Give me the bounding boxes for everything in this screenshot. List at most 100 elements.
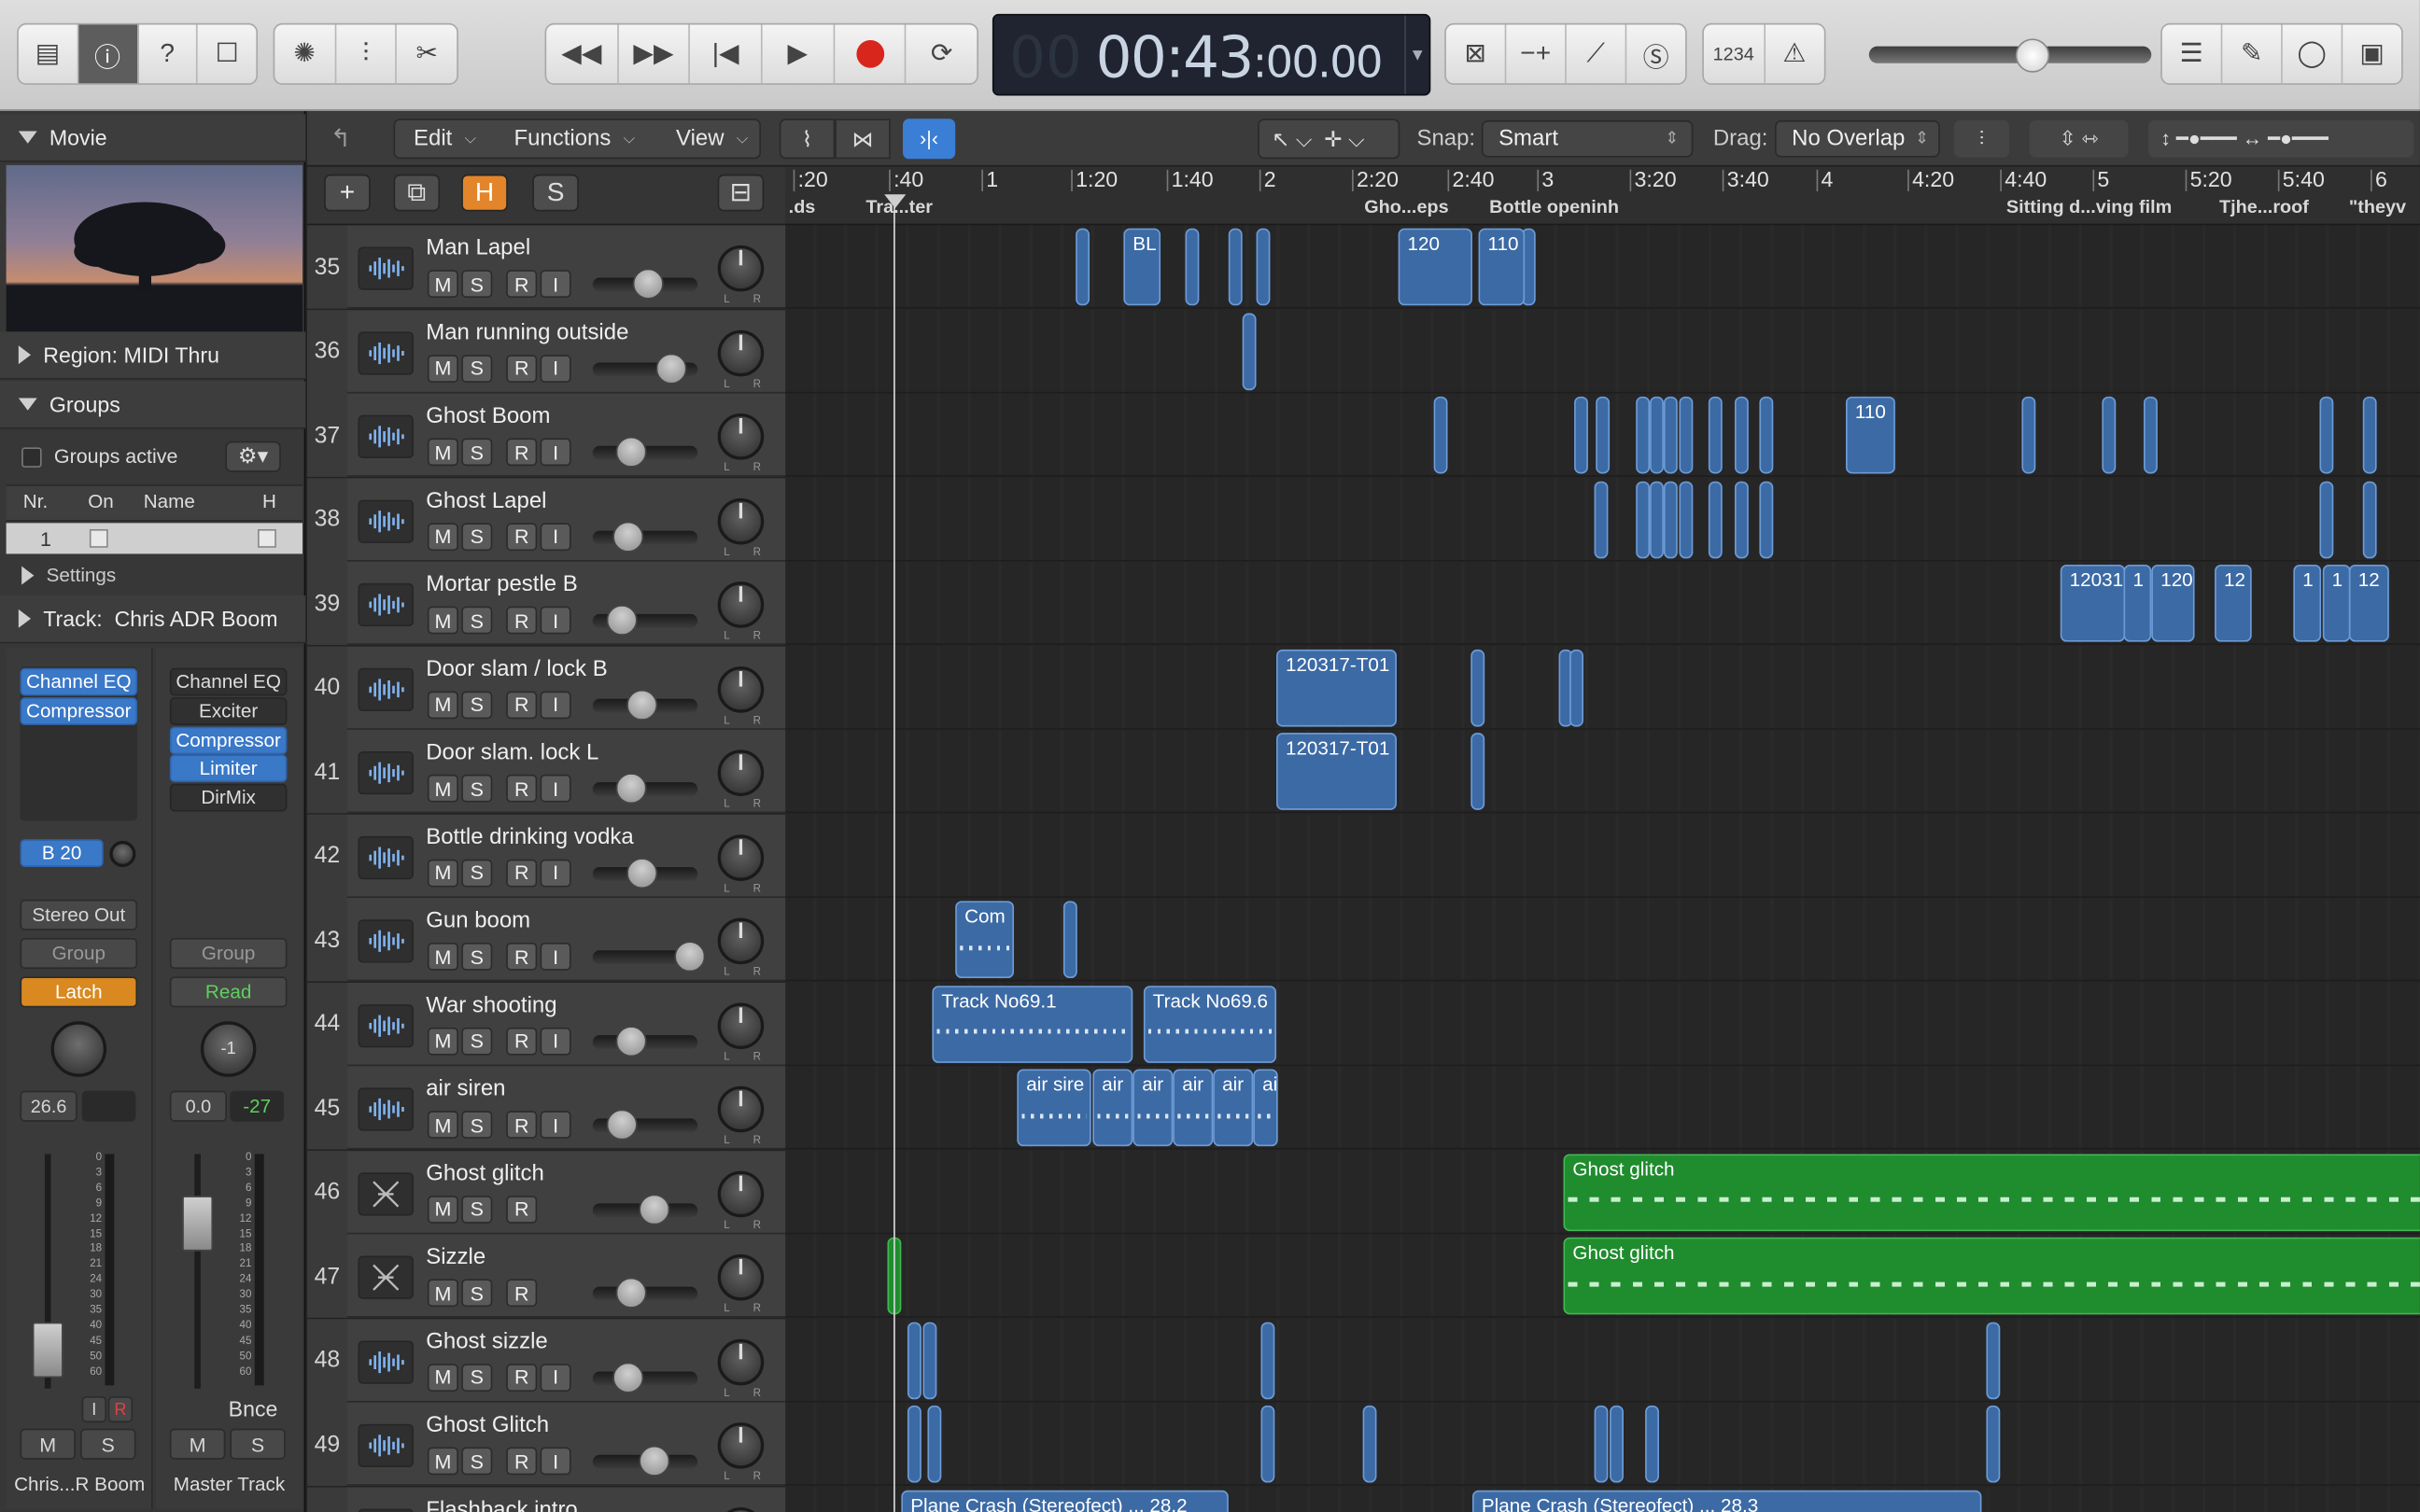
track-mute-button[interactable]: M [427, 690, 458, 719]
region[interactable] [1470, 649, 1485, 726]
audio-region[interactable]: 1 [2123, 564, 2152, 642]
replace-icon[interactable]: ⊠ [1446, 24, 1507, 84]
region[interactable] [1242, 312, 1257, 390]
flex-icon[interactable]: ⋈ [835, 119, 891, 160]
region[interactable] [1734, 396, 1749, 474]
automation-icon[interactable]: ⌇ [779, 119, 836, 160]
track-header[interactable]: 37 Ghost Boom M S R I L R [306, 393, 786, 477]
audio-track-icon[interactable] [358, 919, 415, 963]
track-lane[interactable] [785, 813, 2420, 898]
region[interactable] [2362, 480, 2377, 558]
track-volume-knob[interactable] [612, 520, 643, 552]
region[interactable] [1076, 228, 1090, 306]
region[interactable] [1596, 396, 1611, 474]
region[interactable] [1708, 480, 1723, 558]
midi-region[interactable]: Ghost glitch [1563, 1237, 2420, 1315]
track-name[interactable]: Door slam / lock B [426, 656, 607, 680]
audio-region[interactable]: air [1133, 1069, 1174, 1147]
group-h-checkbox[interactable] [258, 528, 276, 548]
region[interactable] [1663, 396, 1678, 474]
punch-icon[interactable]: −+ [1506, 24, 1567, 84]
track-header[interactable]: 42 Bottle drinking vodka M S R I L R [306, 813, 786, 898]
audio-track-icon[interactable] [358, 1003, 415, 1047]
region[interactable] [2319, 396, 2334, 474]
track-volume-knob[interactable] [639, 1193, 670, 1225]
region[interactable] [1636, 396, 1651, 474]
track-mute-button[interactable]: M [427, 942, 458, 971]
track-volume-knob[interactable] [614, 773, 646, 805]
audio-region[interactable]: Track No69.6 [1143, 985, 1277, 1063]
track-input-button[interactable]: I [540, 1111, 571, 1139]
track-record-button[interactable]: R [506, 1447, 538, 1476]
region[interactable] [1679, 396, 1694, 474]
track-solo-button[interactable]: S [461, 606, 493, 635]
track-mute-button[interactable]: M [427, 1279, 458, 1308]
track-name[interactable]: Ghost sizzle [426, 1329, 548, 1353]
track-name[interactable]: Bottle drinking vodka [426, 825, 634, 849]
track-pan-knob[interactable]: LR [717, 581, 765, 642]
track-name[interactable]: Ghost Lapel [426, 488, 546, 512]
region[interactable] [1260, 1321, 1275, 1399]
track-solo-button[interactable]: S [461, 1447, 493, 1476]
track-solo-button[interactable]: S [461, 438, 493, 467]
track-record-button[interactable]: R [506, 1279, 538, 1308]
track-mute-button[interactable]: M [427, 270, 458, 299]
track-header[interactable]: 47 Sizzle M S R L R [306, 1234, 786, 1318]
track-pan-knob[interactable]: LR [717, 245, 765, 305]
marker[interactable]: Bottle openinh [1489, 196, 1619, 217]
track-pan-knob[interactable]: LR [717, 749, 765, 810]
audio-region[interactable]: 110 [1845, 396, 1895, 474]
track-pan-knob[interactable]: LR [717, 1253, 765, 1314]
browsers-icon[interactable]: ▣ [2343, 24, 2401, 83]
marker[interactable]: "theyv [2349, 196, 2406, 217]
track-header[interactable]: 38 Ghost Lapel M S R I L R [306, 477, 786, 561]
track-header[interactable]: 48 Ghost sizzle M S R I L R [306, 1318, 786, 1402]
track-input-button[interactable]: I [540, 606, 571, 635]
smart-controls-icon[interactable]: ✺ [274, 24, 336, 84]
audio-region[interactable]: 12 [2348, 564, 2389, 642]
marker[interactable]: Gho...eps [1364, 196, 1448, 217]
bounce-label[interactable]: Bnce [229, 1396, 278, 1421]
track-mute-button[interactable]: M [427, 606, 458, 635]
region[interactable] [1185, 228, 1200, 306]
track-name[interactable]: Man running outside [426, 320, 628, 344]
playhead[interactable] [893, 197, 895, 1512]
track-volume-knob[interactable] [674, 941, 707, 973]
region[interactable] [2319, 480, 2334, 558]
region[interactable] [1256, 228, 1271, 306]
volume-readout-master[interactable]: 0.0 [169, 1090, 227, 1122]
plugin-channel-eq[interactable]: Channel EQ [20, 667, 138, 696]
track-mute-button[interactable]: M [427, 1195, 458, 1224]
volume-fader-cap[interactable] [32, 1322, 63, 1379]
audio-track-icon[interactable] [358, 1087, 415, 1131]
track-input-button[interactable]: I [540, 354, 571, 383]
region[interactable] [927, 1405, 942, 1483]
region[interactable] [2102, 396, 2117, 474]
catch-playhead-icon[interactable]: ›|‹ [903, 119, 956, 160]
track-record-button[interactable]: R [506, 1363, 538, 1392]
marker[interactable]: .ds [789, 196, 816, 217]
note-pad-icon[interactable]: ✎ [2222, 24, 2283, 84]
region[interactable] [1260, 1405, 1275, 1483]
help-icon[interactable]: ? [138, 24, 198, 84]
audio-region[interactable]: 120 [1398, 228, 1472, 306]
audio-region[interactable]: Track No69.1 [932, 985, 1133, 1063]
track-lane[interactable] [785, 309, 2420, 393]
region[interactable] [1759, 396, 1774, 474]
midi-region[interactable]: Ghost glitch [1563, 1153, 2420, 1231]
record-icon[interactable] [835, 24, 907, 84]
send-level-knob[interactable] [109, 840, 136, 867]
region[interactable] [1433, 396, 1448, 474]
track-lane[interactable] [785, 225, 2420, 309]
audio-region[interactable]: air [1092, 1069, 1133, 1147]
audio-track-icon[interactable] [358, 1423, 415, 1468]
solo-icon[interactable]: Ⓢ [1626, 24, 1685, 83]
ruler[interactable]: :20:40 1 1:20 1:40 2 2:20 2:40 3 3:20 3:40 4 4:20 4:… [785, 166, 2420, 226]
send-slot[interactable]: B 20 [20, 839, 104, 867]
mixer-icon[interactable]: ⫶ [336, 24, 398, 84]
track-input-button[interactable]: I [540, 522, 571, 551]
track-pan-knob[interactable]: LR [717, 917, 765, 978]
tool-menus[interactable]: ↖ ⌵ ✛ ⌵ [1258, 119, 1400, 160]
track-header[interactable]: 35 Man Lapel M S R I L R [306, 225, 786, 309]
track-name[interactable]: air siren [426, 1077, 505, 1101]
